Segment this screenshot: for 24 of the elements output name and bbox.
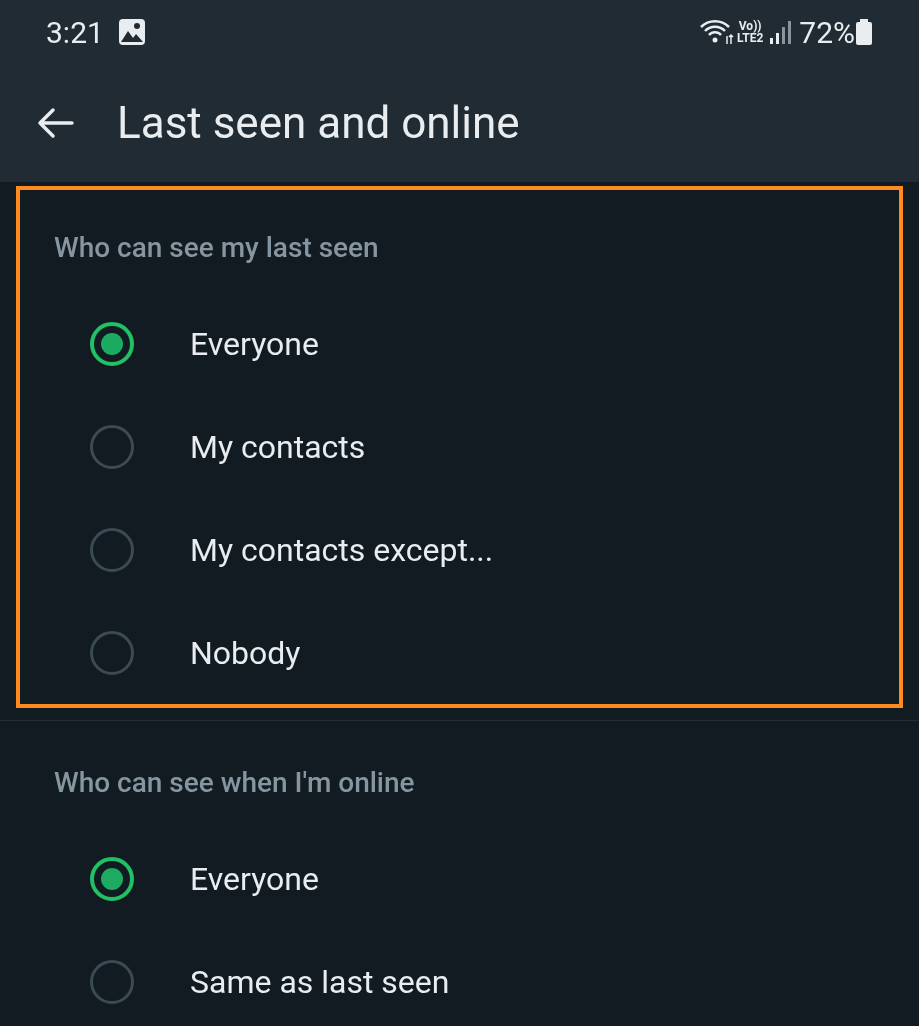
radio-option[interactable]: Nobody: [20, 601, 899, 704]
network-label: LTE2: [737, 32, 764, 44]
wifi-icon: [699, 18, 736, 46]
radio-button[interactable]: [90, 959, 134, 1004]
battery-icon: [855, 18, 873, 46]
gallery-icon: [117, 18, 146, 46]
radio-option[interactable]: Same as last seen: [20, 930, 899, 1026]
radio-button[interactable]: [90, 424, 134, 469]
section-title: Who can see my last seen: [54, 231, 379, 264]
radio-option[interactable]: Everyone: [20, 292, 899, 395]
status-time: 3:21: [46, 13, 104, 52]
radio-option[interactable]: My contacts: [20, 395, 899, 498]
back-arrow-icon[interactable]: [36, 107, 74, 139]
radio-button[interactable]: [90, 527, 134, 572]
radio-button[interactable]: [90, 856, 134, 901]
page-title: Last seen and online: [117, 96, 520, 151]
volte-label: Vo)): [738, 20, 762, 32]
radio-button[interactable]: [90, 630, 134, 675]
radio-option[interactable]: Everyone: [20, 827, 899, 930]
radio-option[interactable]: My contacts except...: [20, 498, 899, 601]
signal-icon: [769, 19, 792, 45]
radio-button[interactable]: [90, 321, 134, 366]
battery-percent: 72%: [799, 13, 855, 52]
section-title: Who can see when I'm online: [54, 766, 415, 799]
